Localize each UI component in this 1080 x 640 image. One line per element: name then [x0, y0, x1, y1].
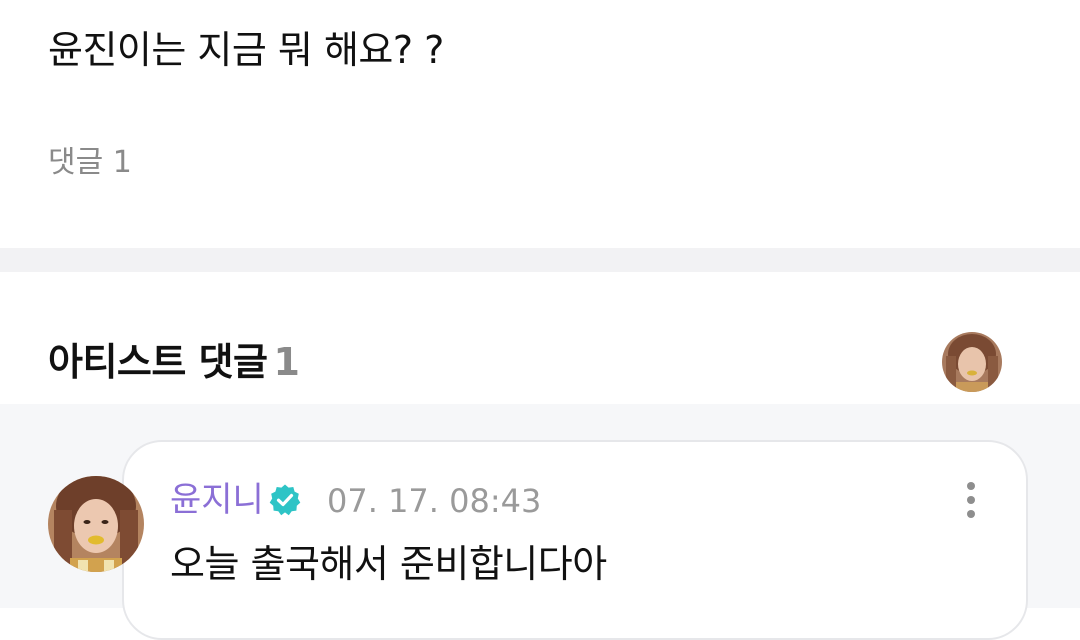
vertical-ellipsis-icon	[967, 482, 975, 490]
comment-author-name[interactable]: 윤지니	[170, 478, 264, 522]
comment-count-link[interactable]: 댓글 1	[48, 143, 132, 183]
artist-comments-title: 아티스트 댓글	[48, 340, 268, 384]
artist-comments-header: 아티스트 댓글 1	[48, 336, 300, 388]
comment-more-options-button[interactable]	[956, 478, 986, 522]
artist-avatar-small[interactable]	[942, 332, 1002, 392]
artist-avatar-small-image	[942, 332, 1002, 392]
comment-timestamp: 07. 17. 08:43	[327, 482, 542, 520]
post-body-text: 윤진이는 지금 뭐 해요? ?	[48, 28, 444, 72]
comment-text: 오늘 출국해서 준비합니다아	[170, 542, 607, 586]
commenter-avatar-image	[48, 476, 144, 572]
section-divider	[0, 248, 1080, 272]
commenter-avatar[interactable]	[48, 476, 144, 572]
verified-check-badge-icon	[268, 483, 302, 517]
artist-comments-count: 1	[273, 340, 300, 384]
